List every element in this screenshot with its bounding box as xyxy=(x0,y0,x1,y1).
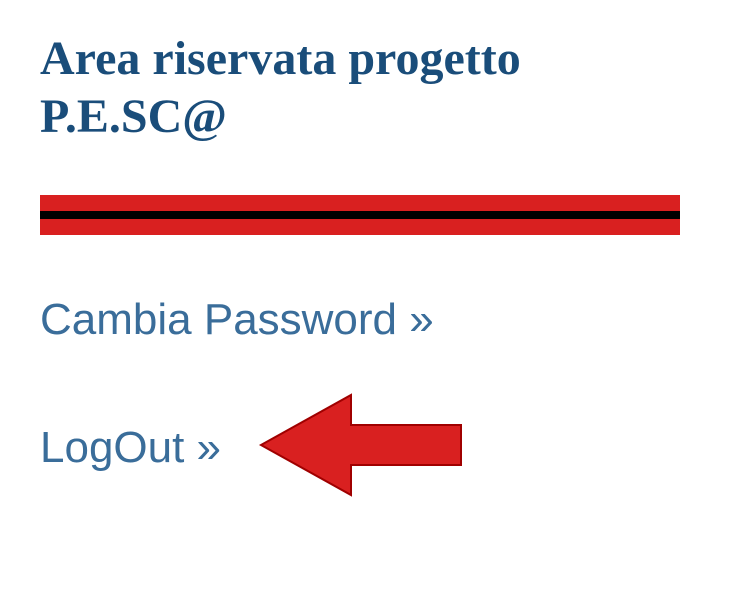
change-password-link[interactable]: Cambia Password » xyxy=(40,295,701,345)
arrow-left-icon xyxy=(251,385,471,510)
logout-row: LogOut » xyxy=(40,385,701,510)
logout-link[interactable]: LogOut » xyxy=(40,423,221,473)
username-redacted xyxy=(40,195,680,235)
page-title: Area riservata progetto P.E.SC@ xyxy=(40,30,701,145)
